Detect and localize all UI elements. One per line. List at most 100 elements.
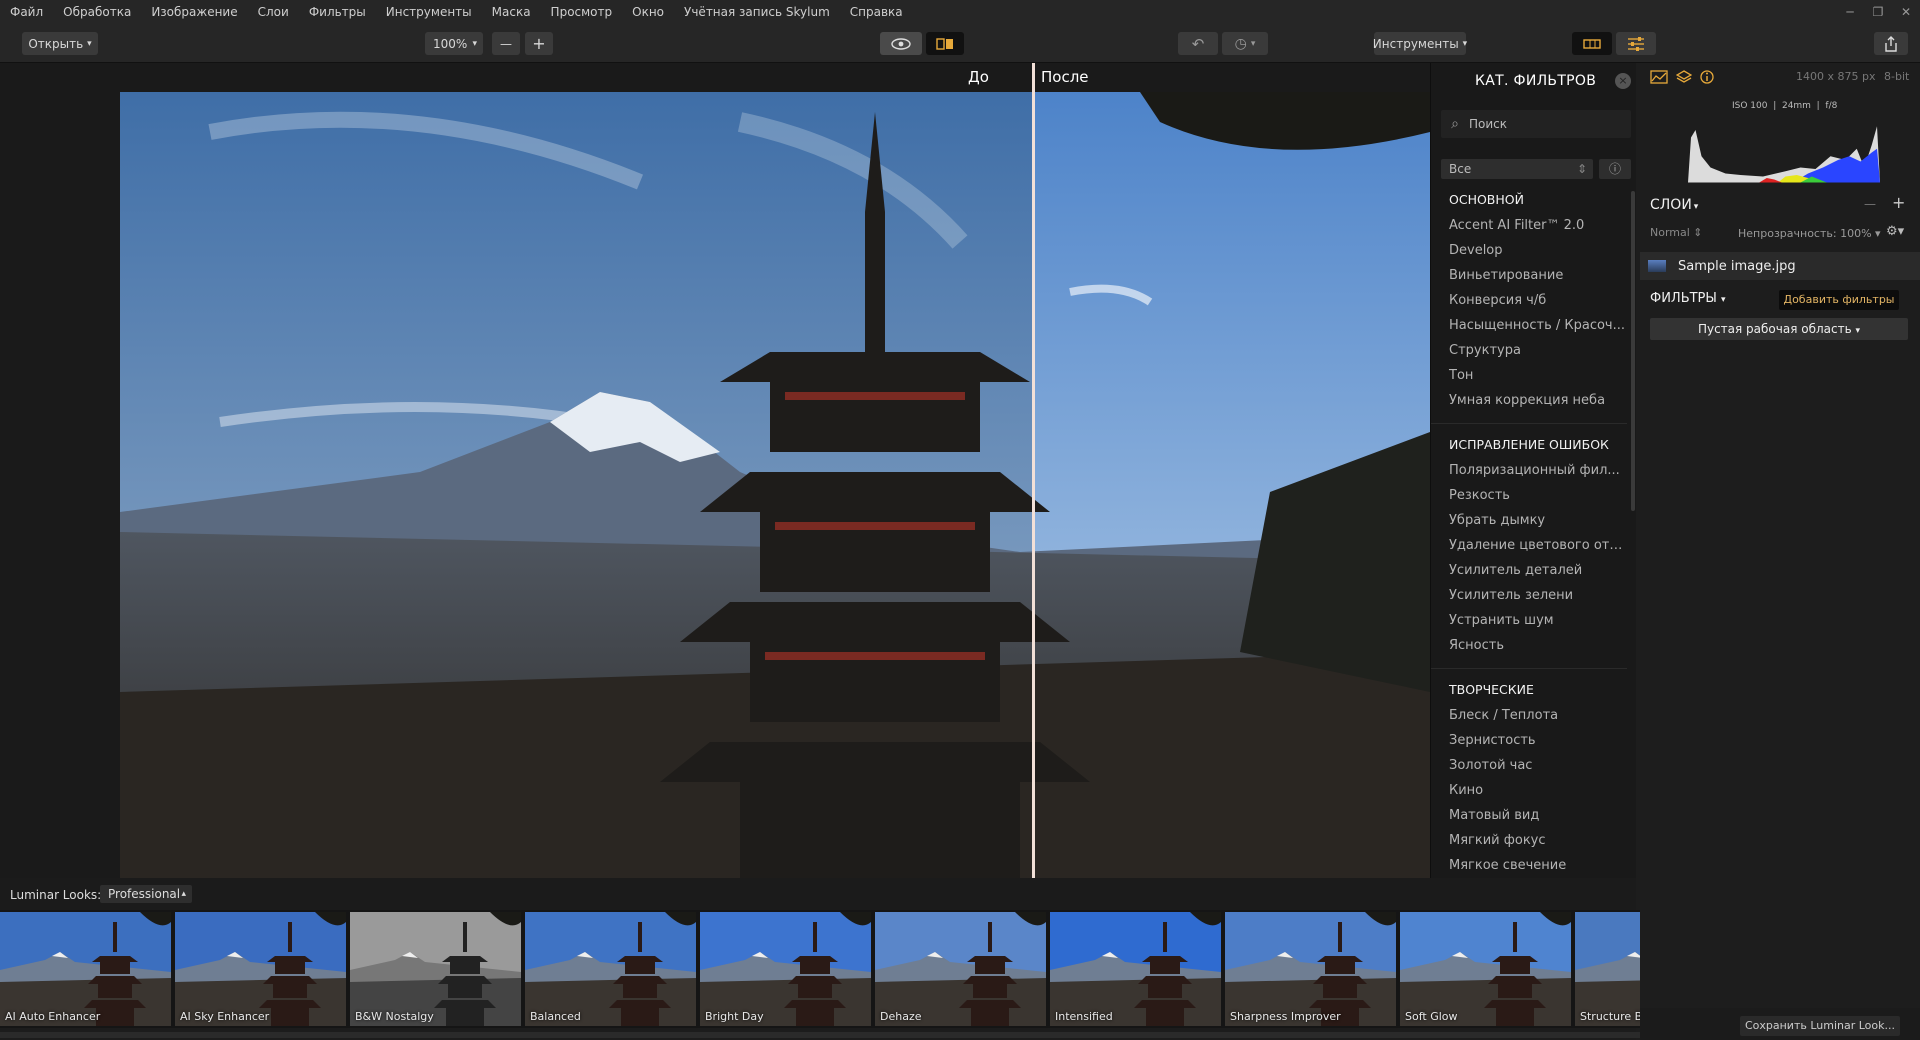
add-filters-button[interactable]: Добавить фильтры [1779,290,1899,310]
look-thumbnail[interactable]: Intensified [1050,912,1221,1026]
tools-label: Инструменты [1372,36,1459,51]
look-thumbnail[interactable]: Bright Day [700,912,871,1026]
menu-window[interactable]: Окно [632,5,664,19]
filter-list-scrollbar[interactable] [1631,191,1635,511]
gear-icon[interactable]: ⚙▾ [1886,224,1904,239]
filter-item[interactable]: Резкость [1431,483,1627,508]
filter-item[interactable]: Ясность [1431,633,1627,658]
filter-item[interactable]: Удаление цветового отт... [1431,533,1627,558]
tools-dropdown[interactable]: Инструменты ▾ [1372,32,1467,55]
remove-layer-icon[interactable]: — [1864,197,1876,211]
look-name: Balanced [530,1010,581,1023]
histogram-tab-icon[interactable] [1650,70,1668,84]
opacity-select[interactable]: Непрозрачность: 100% ▾ [1738,227,1881,240]
filter-item[interactable]: Поляризационный фил... [1431,458,1627,483]
filter-item[interactable]: Зернистость [1431,728,1627,753]
chevron-down-icon: ▾ [1693,202,1699,212]
restore-icon[interactable]: ❐ [1864,5,1892,19]
menu-process[interactable]: Обработка [63,5,131,19]
look-thumbnail[interactable]: Sharpness Improver [1225,912,1396,1026]
menu-help[interactable]: Справка [850,5,903,19]
filter-item[interactable]: Усилитель зелени [1431,583,1627,608]
look-thumbnail[interactable]: Structure Bo [1575,912,1640,1026]
compare-divider[interactable] [1032,63,1035,878]
after-label: После [1041,68,1089,86]
filter-item[interactable]: Устранить шум [1431,608,1627,633]
filter-item[interactable]: Виньетирование [1431,263,1627,288]
filter-item[interactable]: Матовый вид [1431,803,1627,828]
look-thumbnail[interactable]: Balanced [525,912,696,1026]
menu-image[interactable]: Изображение [151,5,237,19]
filters-title-text: ФИЛЬТРЫ [1650,291,1717,306]
layers-tab-icon[interactable] [1676,70,1692,84]
image-canvas[interactable]: До После [0,63,1430,879]
adjustments-button[interactable] [1616,32,1656,55]
category-creative[interactable]: ТВОРЧЕСКИЕ [1431,677,1627,703]
layer-item[interactable]: Sample image.jpg [1640,252,1920,280]
filter-item[interactable]: Develop [1431,238,1627,263]
menu-tools[interactable]: Инструменты [386,5,472,19]
undo-button[interactable]: ↶ [1178,32,1218,55]
zoom-in-button[interactable]: + [525,32,553,55]
look-preview [1225,912,1396,1026]
menu-view[interactable]: Просмотр [551,5,613,19]
filmstrip-scrollbar[interactable] [0,1032,1640,1038]
category-basic[interactable]: ОСНОВНОЙ [1431,187,1627,213]
looks-collection-select[interactable]: Professional ▴ [100,885,192,903]
save-look-button[interactable]: Сохранить Luminar Look... [1740,1016,1900,1036]
workspace-dropdown[interactable]: Пустая рабочая область ▾ [1650,318,1908,340]
look-thumbnail[interactable]: AI Auto Enhancer [0,912,171,1026]
look-name: Intensified [1055,1010,1113,1023]
menu-file[interactable]: Файл [10,5,43,19]
category-fixes[interactable]: ИСПРАВЛЕНИЕ ОШИБОК [1431,432,1627,458]
filter-item[interactable]: Блеск / Теплота [1431,703,1627,728]
info-icon: ⓘ [1608,162,1621,176]
filter-item[interactable]: Умная коррекция неба [1431,388,1627,413]
chevron-down-icon: ▾ [472,38,477,49]
export-button[interactable] [1874,32,1908,55]
close-icon[interactable]: × [1615,73,1631,89]
info-tab-icon[interactable] [1700,70,1714,84]
look-thumbnail[interactable]: AI Sky Enhancer [175,912,346,1026]
layers-title[interactable]: СЛОИ ▾ [1650,197,1698,213]
add-layer-icon[interactable]: + [1892,193,1905,212]
filter-item[interactable]: Мягкое свечение [1431,853,1627,878]
menu-mask[interactable]: Маска [492,5,531,19]
filter-category-select[interactable]: Все ⇕ [1441,159,1593,179]
looks-panel-button[interactable] [1572,32,1612,55]
open-button[interactable]: Открыть ▾ [22,32,98,55]
info-button[interactable]: ⓘ [1599,159,1631,179]
preview-toggle-button[interactable] [880,32,922,55]
menu-layers[interactable]: Слои [258,5,289,19]
category-value: Все [1449,162,1472,176]
minus-icon: — [500,36,512,51]
menu-account[interactable]: Учётная запись Skylum [684,5,830,19]
minimize-icon[interactable]: ─ [1836,5,1864,19]
look-preview [700,912,871,1026]
filter-item[interactable]: Тон [1431,363,1627,388]
history-button[interactable]: ◷ ▾ [1222,32,1268,55]
filter-item[interactable]: Accent AI Filter™ 2.0 [1431,213,1627,238]
filter-search-input[interactable]: ⌕ Поиск [1441,110,1631,138]
look-preview [1575,912,1640,1026]
filter-item[interactable]: Усилитель деталей [1431,558,1627,583]
compare-button[interactable] [926,32,964,55]
look-preview [1050,912,1221,1026]
filter-item[interactable]: Кино [1431,778,1627,803]
close-icon[interactable]: ✕ [1892,5,1920,19]
look-thumbnail[interactable]: B&W Nostalgy [350,912,521,1026]
filter-item[interactable]: Структура [1431,338,1627,363]
filter-item[interactable]: Убрать дымку [1431,508,1627,533]
zoom-out-button[interactable]: — [492,32,520,55]
look-thumbnail[interactable]: Soft Glow [1400,912,1571,1026]
blend-mode-select[interactable]: Normal ⇕ [1650,226,1703,239]
filter-item[interactable]: Золотой час [1431,753,1627,778]
look-thumbnail[interactable]: Dehaze [875,912,1046,1026]
filter-item[interactable]: Насыщенность / Красоч... [1431,313,1627,338]
toolbar: Открыть ▾ 100% ▾ — + ↶ ◷ ▾ Инструменты ▾ [0,24,1920,63]
filter-item[interactable]: Конверсия ч/б [1431,288,1627,313]
menu-filters[interactable]: Фильтры [309,5,366,19]
filter-item[interactable]: Мягкий фокус [1431,828,1627,853]
filters-title[interactable]: ФИЛЬТРЫ ▾ [1650,291,1726,306]
zoom-select[interactable]: 100% ▾ [425,32,483,55]
